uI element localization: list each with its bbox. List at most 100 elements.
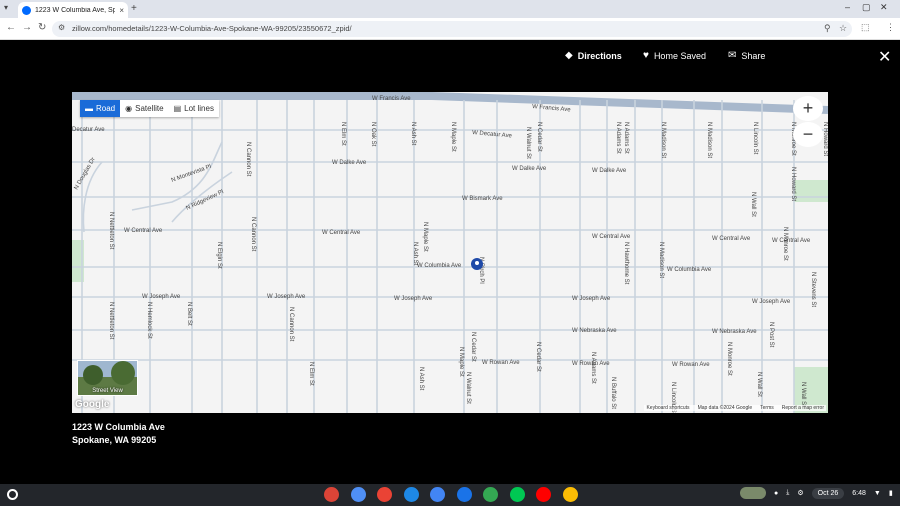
road-label: N Oak St [370,122,376,147]
close-viewer-icon[interactable]: ✕ [878,47,891,67]
street-view-thumbnail[interactable]: Street View [77,360,138,396]
road-label: N Monroe St [782,227,788,261]
road-label: N Hawthorne St [623,242,629,285]
phone-hub-icon[interactable] [740,487,766,499]
minimize-icon[interactable]: – [845,2,850,12]
road-label: N Walnut St [465,372,471,404]
status-tray[interactable]: ● ⤓ ⚙ Oct 26 6:48 ▼ ▮ [740,487,893,499]
map-type-road-button[interactable]: ▬ Road [80,100,121,117]
address-bar[interactable]: ⚙ zillow.com/homedetails/1223-W-Columbia… [52,21,852,37]
road-label: N Cannon St [250,217,256,252]
tab-zillow[interactable]: 1223 W Columbia Ave, Spokane × [18,2,128,18]
gemini-icon[interactable] [350,487,366,502]
road-label: W Central Ave [712,236,751,242]
settings-icon[interactable]: ⚙ [797,489,803,497]
calendar-icon[interactable] [403,487,419,502]
launcher-icon[interactable] [7,489,18,500]
play-store-icon[interactable] [509,487,525,502]
map-canvas[interactable]: W Francis Ave W Francis Ave Decatur Ave W D… [72,92,828,413]
chrome-icon[interactable] [324,487,339,502]
zoom-in-button[interactable]: + [793,96,823,121]
download-icon[interactable]: ⤓ [786,489,789,497]
home-saved-label: Home Saved [653,50,706,61]
window-close-icon[interactable]: ✕ [880,2,888,13]
messages-icon[interactable] [456,487,472,502]
forward-icon[interactable]: → [22,22,32,33]
terms-link[interactable]: Terms [760,405,774,411]
road-label: N Elm St [340,122,346,146]
road-label: N Monroe St [726,342,732,376]
photos-icon[interactable] [562,487,578,502]
tab-search-icon[interactable]: ▾ [4,3,8,12]
road-label: N Wall St [756,372,762,397]
road-label: N Cannon St [245,142,251,177]
satellite-icon: ◉ [125,104,133,113]
address-line-2: Spokane, WA 99205 [72,435,157,445]
road-label: N Ash St [410,122,416,146]
road-label: N Belt St [186,302,192,326]
browser-menu-icon[interactable]: ⋮ [886,22,895,33]
report-error-link[interactable]: Report a map error [782,405,824,411]
zoom-out-button[interactable]: − [793,122,823,147]
road-label: W Central Ave [322,230,361,236]
road-label: N Cedar St [536,122,542,152]
road-label: Road [96,104,116,113]
road-label: N Ash St [412,242,418,266]
street-view-label: Street View [92,388,123,394]
road-label: W Joseph Ave [394,296,433,302]
directions-label: Directions [577,50,622,61]
road-labels: W Francis Ave W Francis Ave Decatur Ave W D… [72,96,828,413]
keyboard-shortcuts-link[interactable]: Keyboard shortcuts [646,405,689,411]
url-text[interactable]: zillow.com/homedetails/1223-W-Columbia-A… [72,24,352,33]
road-label: Decatur Ave [72,127,105,133]
zillow-favicon-icon [22,5,31,15]
road-label: N Nettleton St [108,212,114,250]
road-label: N Cedar St [470,332,476,362]
map-type-control: ▬ Road ◉ Satellite ▤ Lot lines [80,100,219,117]
screen-record-icon[interactable]: ● [774,490,778,497]
road-label: N Wall St [750,192,756,217]
road-label: N Madison St [658,242,664,278]
road-label: N Cannon St [288,307,294,342]
property-pin-dot [475,261,479,265]
gmail-icon[interactable] [377,487,392,502]
road-label: W Dalke Ave [512,166,547,172]
road-label: N Elm St [308,362,314,386]
new-tab-button[interactable]: + [131,3,137,14]
meet-icon[interactable] [483,487,498,502]
files-icon[interactable] [430,487,445,502]
street-map: W Francis Ave W Francis Ave Decatur Ave W D… [72,92,828,413]
directions-button[interactable]: ◆ Directions [565,50,622,61]
road-label: W Francis Ave [372,96,411,102]
youtube-icon[interactable] [536,487,551,502]
zoom-icon[interactable]: ⚲ [824,23,831,34]
battery-icon: ▮ [888,490,893,497]
road-label: N Ash St [418,367,424,391]
bookmark-star-icon[interactable]: ☆ [839,23,847,34]
tab-close-icon[interactable]: × [119,6,124,15]
home-saved-button[interactable]: ♥ Home Saved [643,50,706,61]
maximize-icon[interactable]: ▢ [862,2,871,13]
map-type-lot-lines-button[interactable]: ▤ Lot lines [169,100,219,117]
share-button[interactable]: ✉ Share [728,50,765,61]
road-label: W Joseph Ave [572,296,611,302]
date-pill[interactable]: Oct 26 [811,487,845,499]
road-label: N Madison St [706,122,712,158]
os-shelf: ● ⤓ ⚙ Oct 26 6:48 ▼ ▮ [0,484,900,506]
road-label: W Nebraska Ave [572,328,617,334]
back-icon[interactable]: ← [6,22,16,33]
clock[interactable]: 6:48 [852,490,866,497]
road-label: N Maple St [458,347,464,377]
road-label: N Howard St [822,122,828,156]
road-label: W Francis Ave [532,104,572,113]
site-info-icon[interactable]: ⚙ [58,23,65,32]
wifi-icon: ▼ [873,489,881,497]
browser-toolbar: ← → ↻ ⚙ zillow.com/homedetails/1223-W-Co… [0,18,900,40]
extensions-icon[interactable]: ⬚ [861,22,870,33]
share-icon: ✉ [728,50,737,61]
map-type-satellite-button[interactable]: ◉ Satellite [120,100,168,117]
directions-icon: ◆ [565,50,573,61]
road-label: N Cedar St [535,342,541,372]
reload-icon[interactable]: ↻ [38,22,46,33]
road-label: W Central Ave [592,234,631,240]
